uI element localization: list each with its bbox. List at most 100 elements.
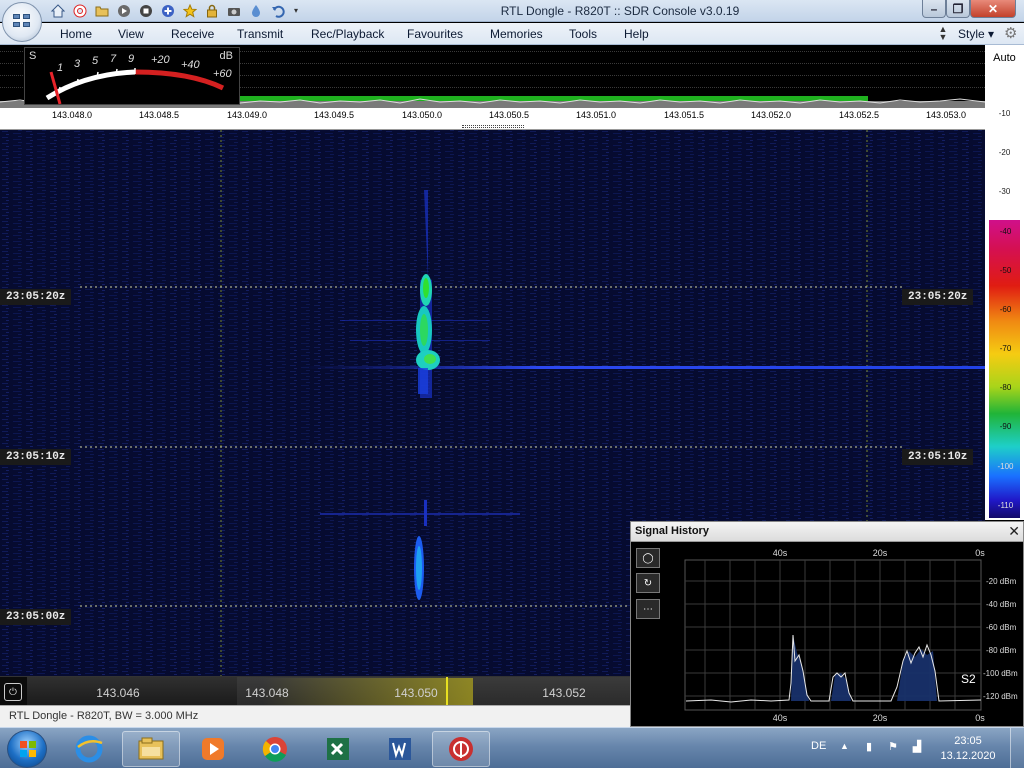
style-spinner-icon[interactable]: ▲ ▼	[938, 25, 948, 42]
dbm-label: -40 dBm	[986, 600, 1017, 609]
close-icon[interactable]: ✕	[970, 0, 1016, 18]
db-scale[interactable]: Auto -10 -20 -30 -40 -50 -60 -70 -80 -90…	[985, 45, 1024, 520]
frequency-label: 143.048.5	[138, 110, 180, 120]
db-label: -60	[999, 305, 1012, 314]
splitter-grip[interactable]	[462, 125, 524, 128]
s-meter-scale-label: +20	[151, 54, 170, 66]
lock-icon[interactable]	[204, 3, 220, 19]
time-marker: 23:05:20z	[0, 289, 72, 305]
application-menu-button[interactable]	[2, 2, 42, 42]
plus-icon[interactable]	[160, 3, 176, 19]
lifebuoy-icon[interactable]	[72, 3, 88, 19]
time-marker: 23:05:10z	[902, 449, 974, 465]
drop-icon[interactable]	[248, 3, 264, 19]
s-meter-scale-label: 9	[128, 53, 135, 65]
media-player-icon[interactable]	[184, 731, 242, 767]
s-meter-scale-label: +60	[213, 68, 232, 80]
tuner-label: 143.050	[394, 686, 438, 700]
db-label: -90	[999, 422, 1012, 431]
show-hidden-icons-icon[interactable]: ▲	[840, 741, 849, 751]
db-label: -40	[999, 227, 1012, 236]
status-bar: RTL Dongle - R820T, BW = 3.000 MHz	[0, 705, 630, 727]
camera-icon[interactable]	[226, 3, 242, 19]
frequency-label: 143.051.0	[575, 110, 617, 120]
frequency-label: 143.052.5	[838, 110, 880, 120]
style-label: Style	[958, 27, 985, 41]
frequency-label: 143.050.0	[401, 110, 443, 120]
tuner-label: 143.046	[96, 686, 140, 700]
tab-help[interactable]: Help	[624, 27, 649, 41]
device-icon[interactable]: ▮	[862, 740, 876, 754]
show-desktop-button[interactable]	[1010, 728, 1024, 768]
s-meter-scale-label: 3	[74, 58, 81, 70]
maximize-icon[interactable]: ❐	[946, 0, 970, 18]
tab-memories[interactable]: Memories	[490, 27, 543, 41]
folder-icon[interactable]	[94, 3, 110, 19]
time-marker: 23:05:10z	[0, 449, 72, 465]
tab-home[interactable]: Home	[60, 27, 92, 41]
time-axis-label: 40s	[773, 548, 788, 558]
quick-access-toolbar: ▾	[50, 3, 300, 19]
tab-rec-playback[interactable]: Rec/Playback	[311, 27, 384, 41]
time-axis-label: 0s	[975, 713, 985, 723]
tuner-label: 143.052	[542, 686, 586, 700]
color-scale-bar[interactable]: -40 -50 -60 -70 -80 -90 -100 -110	[988, 219, 1021, 519]
time-axis-label: 20s	[873, 548, 888, 558]
tuner-scale[interactable]: 143.046 143.048 143.050 143.052	[27, 677, 630, 706]
ribbon-tabs: Home View Receive Transmit Rec/Playback …	[0, 23, 1024, 45]
tab-tools[interactable]: Tools	[569, 27, 597, 41]
db-label: -20	[998, 148, 1011, 157]
db-label: -70	[999, 344, 1012, 353]
dropdown-icon[interactable]: ▾	[292, 3, 300, 19]
close-icon[interactable]: ✕	[1008, 523, 1020, 540]
word-icon[interactable]	[370, 731, 428, 767]
frequency-label: 143.050.5	[488, 110, 530, 120]
signal-history-chart: 40s 20s 0s 40s 20s 0s -20 dBm -40 dBm -6…	[684, 548, 1018, 723]
window-title: RTL Dongle - R820T :: SDR Console v3.0.1…	[500, 4, 740, 18]
excel-icon[interactable]	[308, 731, 366, 767]
tuned-range	[263, 678, 473, 706]
tab-receive[interactable]: Receive	[171, 27, 214, 41]
signal-icon[interactable]: ▟	[910, 740, 924, 754]
frequency-label: 143.049.5	[313, 110, 355, 120]
s-meter-s-label: S	[29, 50, 37, 62]
star-icon[interactable]	[182, 3, 198, 19]
chrome-icon[interactable]	[246, 731, 304, 767]
frequency-label: 143.052.0	[750, 110, 792, 120]
clock-time[interactable]: 23:05	[937, 735, 999, 747]
signal-history-title: Signal History	[635, 525, 709, 537]
time-axis-label: 20s	[873, 713, 888, 723]
db-label: -100	[997, 462, 1014, 471]
start-button[interactable]	[7, 730, 47, 768]
time-axis-label: 0s	[975, 548, 985, 558]
db-label: -10	[998, 109, 1011, 118]
flag-icon[interactable]: ⚑	[886, 740, 900, 754]
style-menu[interactable]: Style ▾	[958, 27, 994, 41]
frequency-scale[interactable]: 143.048.0 143.048.5 143.049.0 143.049.5 …	[0, 108, 985, 124]
ie-icon[interactable]	[60, 731, 118, 767]
windows-logo-icon	[20, 741, 36, 757]
dbm-label: -20 dBm	[986, 577, 1017, 586]
sdr-console-icon[interactable]	[432, 731, 490, 767]
language-indicator[interactable]: DE	[811, 740, 826, 752]
tab-view[interactable]: View	[118, 27, 144, 41]
home-icon[interactable]	[50, 3, 66, 19]
minimize-icon[interactable]: –	[922, 0, 946, 18]
auto-button[interactable]: Auto	[985, 52, 1024, 64]
tab-transmit[interactable]: Transmit	[237, 27, 283, 41]
stop-icon[interactable]	[138, 3, 154, 19]
undo-icon[interactable]	[270, 3, 286, 19]
gear-icon[interactable]: ⚙	[1004, 26, 1017, 42]
frequency-label: 143.051.5	[663, 110, 705, 120]
dbm-label: -120 dBm	[983, 692, 1018, 701]
tab-favourites[interactable]: Favourites	[407, 27, 463, 41]
status-text: RTL Dongle - R820T, BW = 3.000 MHz	[9, 710, 199, 722]
power-icon[interactable]: ⏻	[4, 683, 22, 701]
clock-date[interactable]: 13.12.2020	[937, 750, 999, 762]
dbm-label: -100 dBm	[983, 669, 1018, 678]
tuned-frequency-marker[interactable]	[446, 677, 448, 706]
tuner-bar[interactable]: ⏻ 143.046 143.048 143.050 143.052	[0, 676, 630, 706]
play-icon[interactable]	[116, 3, 132, 19]
explorer-icon[interactable]	[122, 731, 180, 767]
dbm-label: -80 dBm	[986, 646, 1017, 655]
